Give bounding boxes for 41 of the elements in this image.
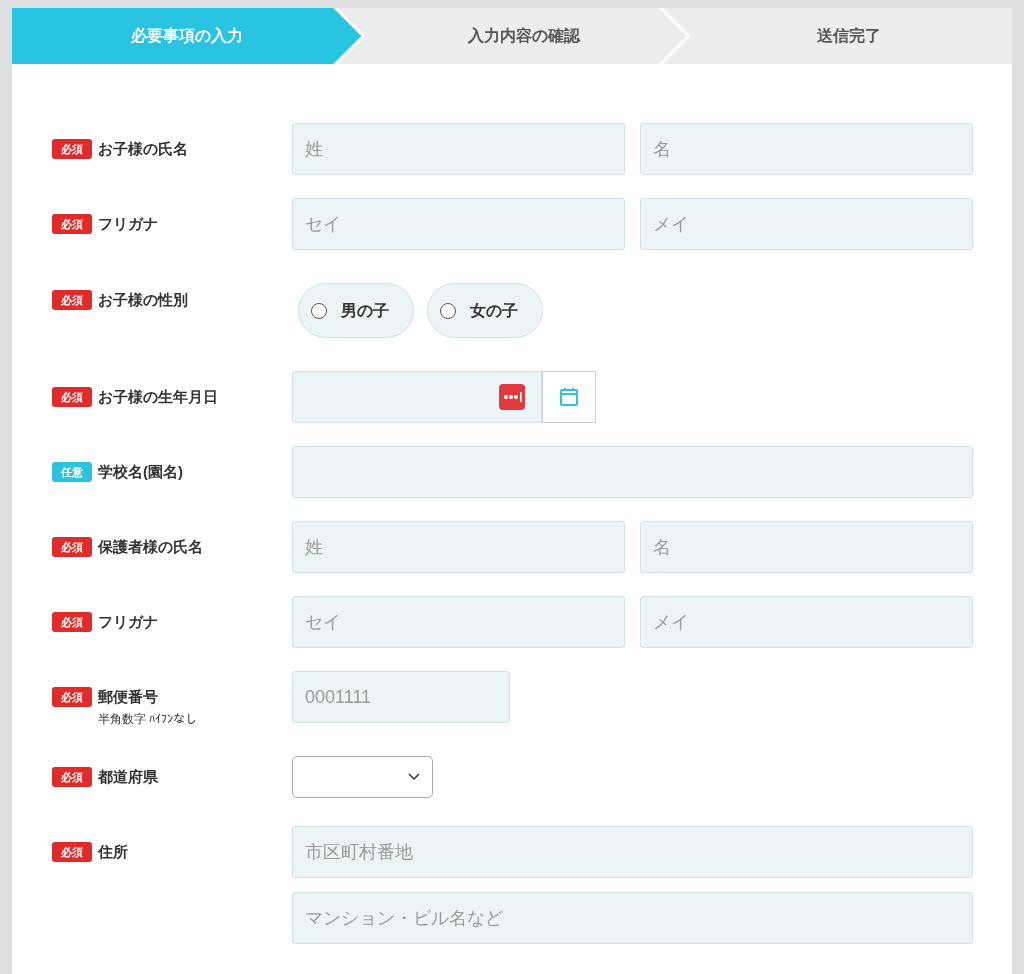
- text-input-field[interactable]: 名: [640, 521, 973, 573]
- prefecture-select[interactable]: [292, 756, 433, 798]
- text-input-field[interactable]: セイ: [292, 198, 625, 250]
- field-badge: 必須: [52, 612, 92, 632]
- field-badge: 必須: [52, 139, 92, 159]
- text-input-field[interactable]: セイ: [292, 596, 625, 648]
- field-badge: 任意: [52, 462, 92, 482]
- field-label: 都道府県: [98, 767, 158, 787]
- calendar-icon: [559, 387, 579, 407]
- field-badge: 必須: [52, 387, 92, 407]
- postal-code-field[interactable]: 0001111: [292, 671, 510, 723]
- text-input-field[interactable]: マンション・ビル名など: [292, 892, 973, 944]
- radio-option[interactable]: 女の子: [427, 283, 543, 338]
- field-badge: 必須: [52, 290, 92, 310]
- field-label: お子様の生年月日: [98, 387, 218, 407]
- field-label: 住所: [98, 842, 128, 862]
- field-label: お子様の氏名: [98, 139, 188, 159]
- field-note: 半角数字 ﾊｲﾌﾝなし: [98, 711, 198, 728]
- field-label: 郵便番号: [98, 687, 159, 707]
- calendar-button[interactable]: [542, 371, 596, 423]
- field-badge: 必須: [52, 537, 92, 557]
- field-label: フリガナ: [98, 214, 158, 234]
- radio-option[interactable]: 男の子: [298, 283, 414, 338]
- date-input-field[interactable]: [292, 371, 542, 423]
- password-manager-icon[interactable]: [499, 384, 525, 410]
- field-badge: 必須: [52, 842, 92, 862]
- field-label: 保護者様の氏名: [98, 537, 203, 557]
- text-input-field[interactable]: メイ: [640, 198, 973, 250]
- chevron-down-icon: [408, 773, 420, 781]
- text-input-field[interactable]: メイ: [640, 596, 973, 648]
- text-input-field[interactable]: [292, 446, 973, 498]
- field-badge: 必須: [52, 214, 92, 234]
- field-badge: 必須: [52, 767, 92, 787]
- text-input-field[interactable]: 姓: [292, 521, 625, 573]
- text-input-field[interactable]: 姓: [292, 123, 625, 175]
- field-label: フリガナ: [98, 612, 158, 632]
- field-label: 学校名(園名): [98, 462, 183, 482]
- field-badge: 必須: [52, 687, 92, 707]
- field-label: お子様の性別: [98, 290, 188, 310]
- text-input-field[interactable]: 市区町村番地: [292, 826, 973, 878]
- text-input-field[interactable]: 名: [640, 123, 973, 175]
